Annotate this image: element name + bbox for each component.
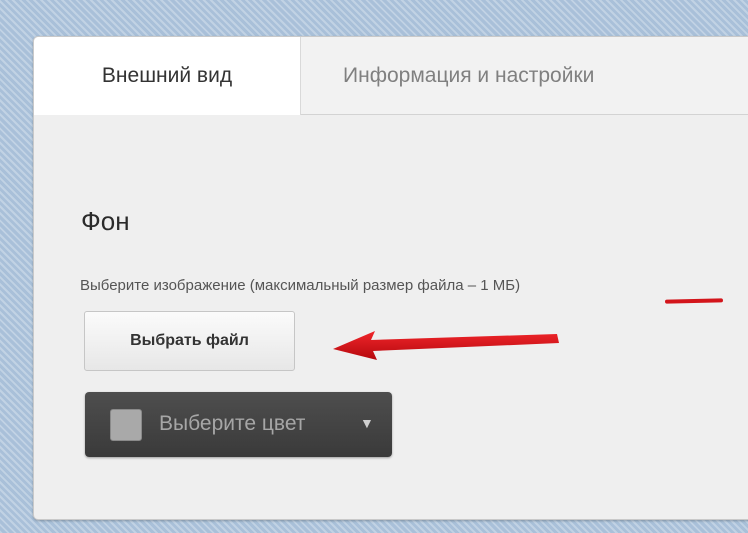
- file-size-hint: Выберите изображение (максимальный разме…: [80, 276, 520, 296]
- tab-appearance-label: Внешний вид: [101, 64, 233, 87]
- choose-color-button[interactable]: Выберите цвет ▼: [85, 392, 392, 457]
- tab-bar: Внешний вид Информация и настройки: [34, 37, 748, 115]
- section-title: Фон: [81, 206, 130, 236]
- hint-suffix: ): [515, 277, 521, 294]
- appearance-content: Фон Выберите изображение (максимальный р…: [34, 115, 748, 519]
- annotation-arrow-icon: [333, 331, 559, 360]
- tab-info-settings[interactable]: Информация и настройки: [301, 37, 748, 115]
- color-swatch: [110, 409, 142, 441]
- choose-color-label: Выберите цвет: [159, 412, 306, 435]
- hint-size: 1 МБ: [480, 277, 516, 294]
- settings-panel: Внешний вид Информация и настройки Фон В…: [33, 36, 748, 520]
- annotation-underline: [664, 298, 724, 304]
- hint-prefix: Выберите изображение (максимальный разме…: [80, 277, 481, 294]
- tab-info-settings-label: Информация и настройки: [343, 64, 595, 87]
- tab-appearance[interactable]: Внешний вид: [34, 37, 301, 115]
- choose-file-button[interactable]: Выбрать файл: [84, 311, 295, 371]
- dropdown-caret-icon: ▼: [360, 415, 374, 431]
